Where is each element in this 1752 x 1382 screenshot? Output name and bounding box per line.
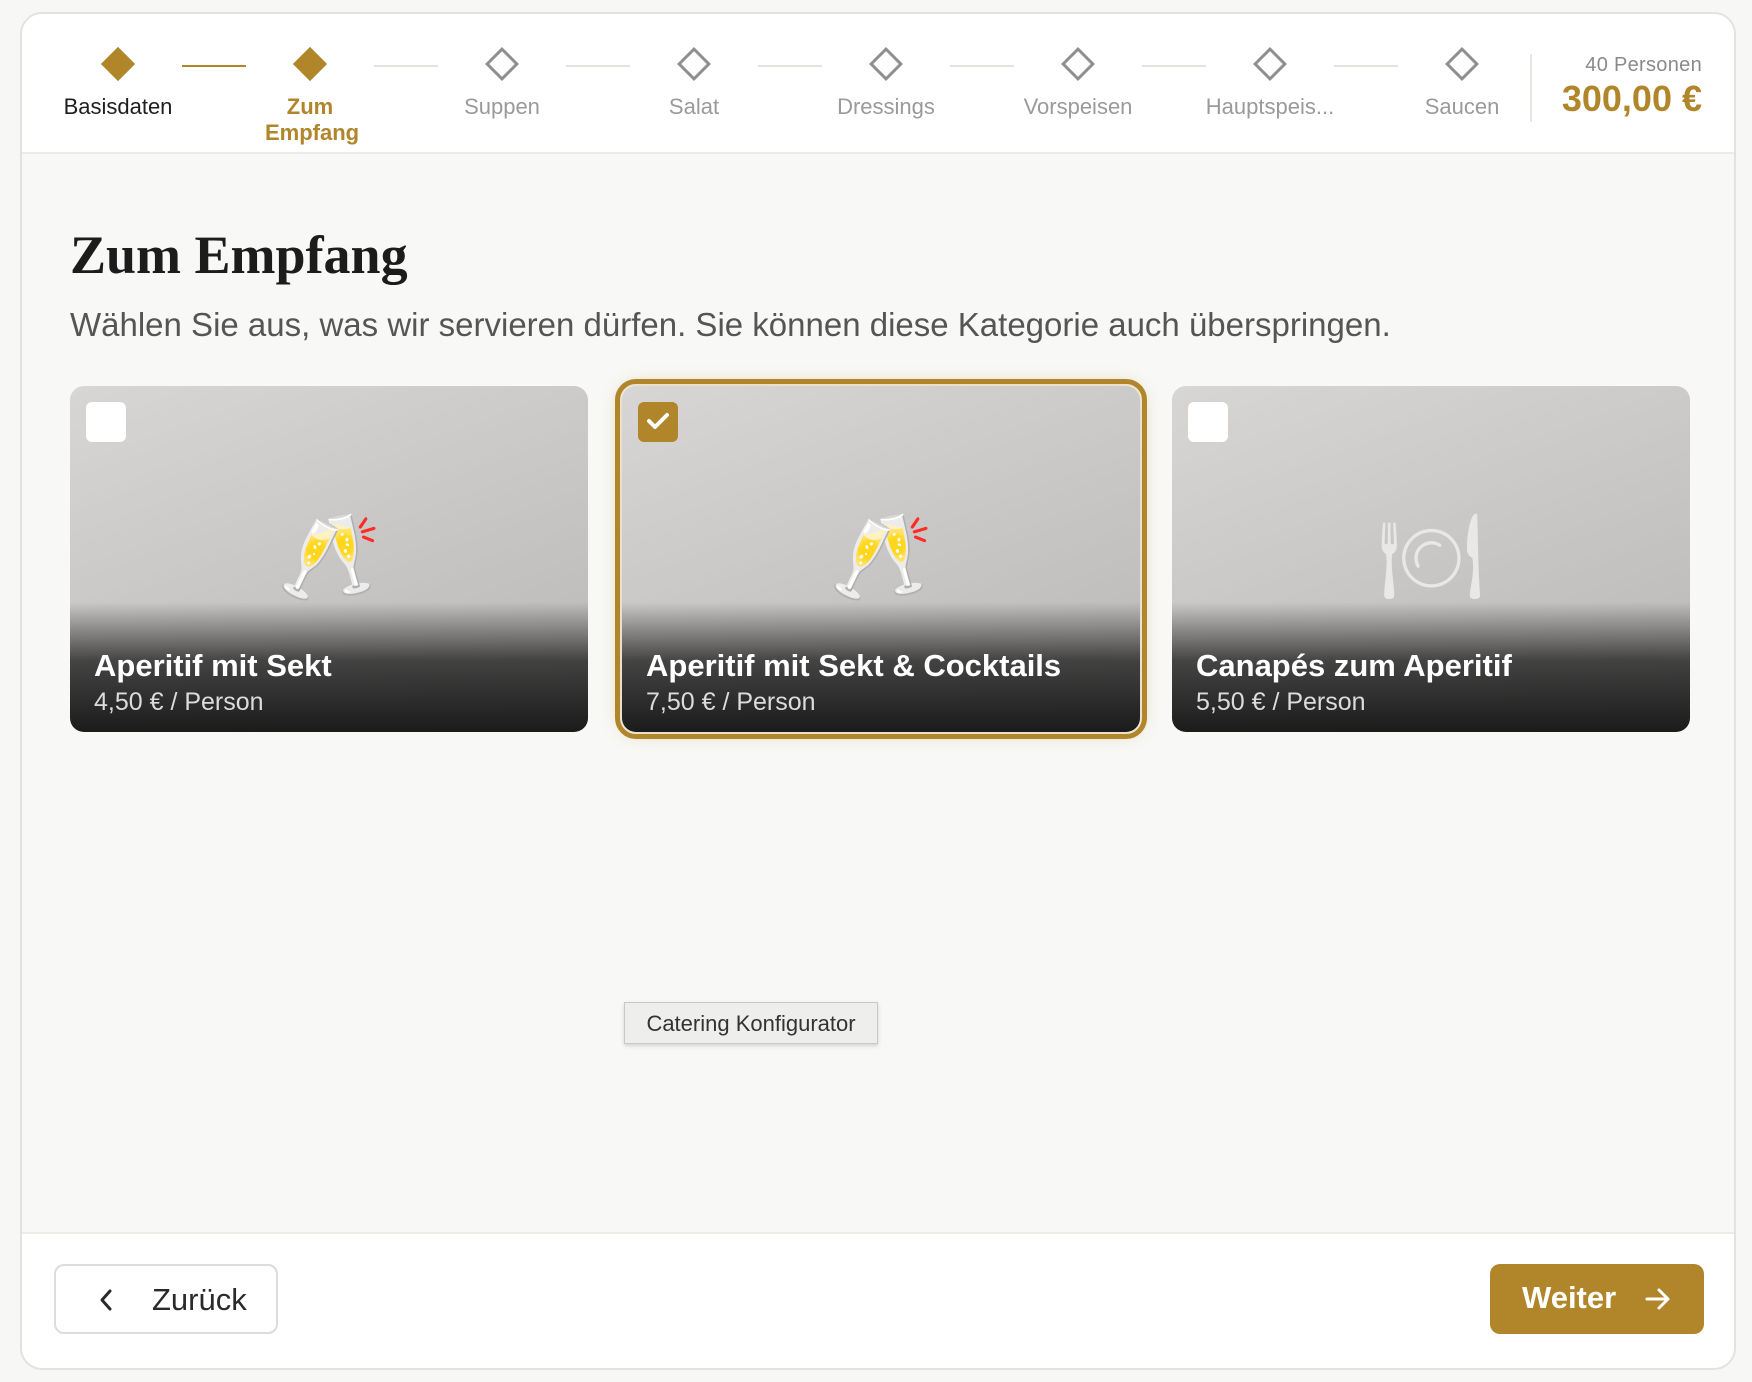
next-button-label: Weiter [1522,1280,1617,1315]
diamond-icon [1445,47,1479,81]
champagne-glasses-icon: 🥂 [828,507,934,605]
champagne-glasses-icon: 🥂 [276,507,382,605]
arrow-right-icon [1645,1288,1670,1310]
checkmark-icon [647,413,669,429]
step-dressings[interactable]: Dressings [801,40,971,120]
page-subtitle: Wählen Sie aus, was wir servieren dürfen… [70,306,1391,343]
next-button[interactable]: Weiter [1490,1264,1704,1334]
step-label: Dressings [837,94,935,119]
diamond-icon [293,47,327,81]
total-price: 300,00 € [1561,78,1702,119]
option-checkbox[interactable] [86,402,126,442]
option-price: 5,50 € / Person [1196,688,1366,716]
back-button[interactable]: Zurück [54,1264,278,1334]
option-card-canapes[interactable]: 🍽 Canapés zum Aperitif 5,50 € / Person [1172,386,1690,732]
diamond-icon [1061,47,1095,81]
diamond-icon [485,47,519,81]
persons-count: 40 Personen [1585,54,1702,76]
step-zum-empfang[interactable]: Zum Empfang [225,40,395,146]
step-basisdaten[interactable]: Basisdaten [33,40,203,120]
option-card-aperitif-sekt[interactable]: 🥂 Aperitif mit Sekt 4,50 € / Person [70,386,588,732]
chevron-left-icon [100,1289,112,1311]
page-title: Zum Empfang [70,225,408,285]
step-label: Zum Empfang [265,94,360,145]
option-card-aperitif-sekt-cocktails[interactable]: 🥂 Aperitif mit Sekt & Cocktails 7,50 € /… [615,379,1147,739]
step-saucen[interactable]: Saucen [1377,40,1547,120]
header-divider [1530,54,1532,122]
back-button-label: Zurück [152,1282,247,1317]
option-name: Aperitif mit Sekt & Cocktails [646,648,1062,683]
configurator-window: Basisdaten Zum Empfang Suppen Salat Dres… [20,12,1736,1370]
diamond-icon [1253,47,1287,81]
diamond-icon [677,47,711,81]
step-label: Suppen [464,94,540,119]
option-name: Canapés zum Aperitif [1196,648,1512,683]
option-price: 7,50 € / Person [646,688,816,716]
step-label: Salat [668,94,720,119]
step-label: Saucen [1424,94,1500,119]
step-vorspeisen[interactable]: Vorspeisen [993,40,1163,120]
option-name: Aperitif mit Sekt [94,648,332,683]
diamond-icon [869,47,903,81]
option-price: 4,50 € / Person [94,688,264,716]
step-suppen[interactable]: Suppen [417,40,587,120]
footer: Zurück Weiter [22,1232,1734,1368]
diamond-icon [101,47,135,81]
step-label: Basisdaten [63,94,173,119]
plate-cutlery-icon: 🍽 [1377,507,1485,605]
header: Basisdaten Zum Empfang Suppen Salat Dres… [22,14,1734,154]
window-title-tooltip: Catering Konfigurator [624,1002,878,1044]
step-label: Hauptspeis... [1205,94,1335,119]
step-label: Vorspeisen [1023,94,1133,119]
option-checkbox[interactable] [1188,402,1228,442]
step-hauptspeisen[interactable]: Hauptspeis... [1185,40,1355,120]
option-checkbox[interactable] [638,402,678,442]
step-salat[interactable]: Salat [609,40,779,120]
